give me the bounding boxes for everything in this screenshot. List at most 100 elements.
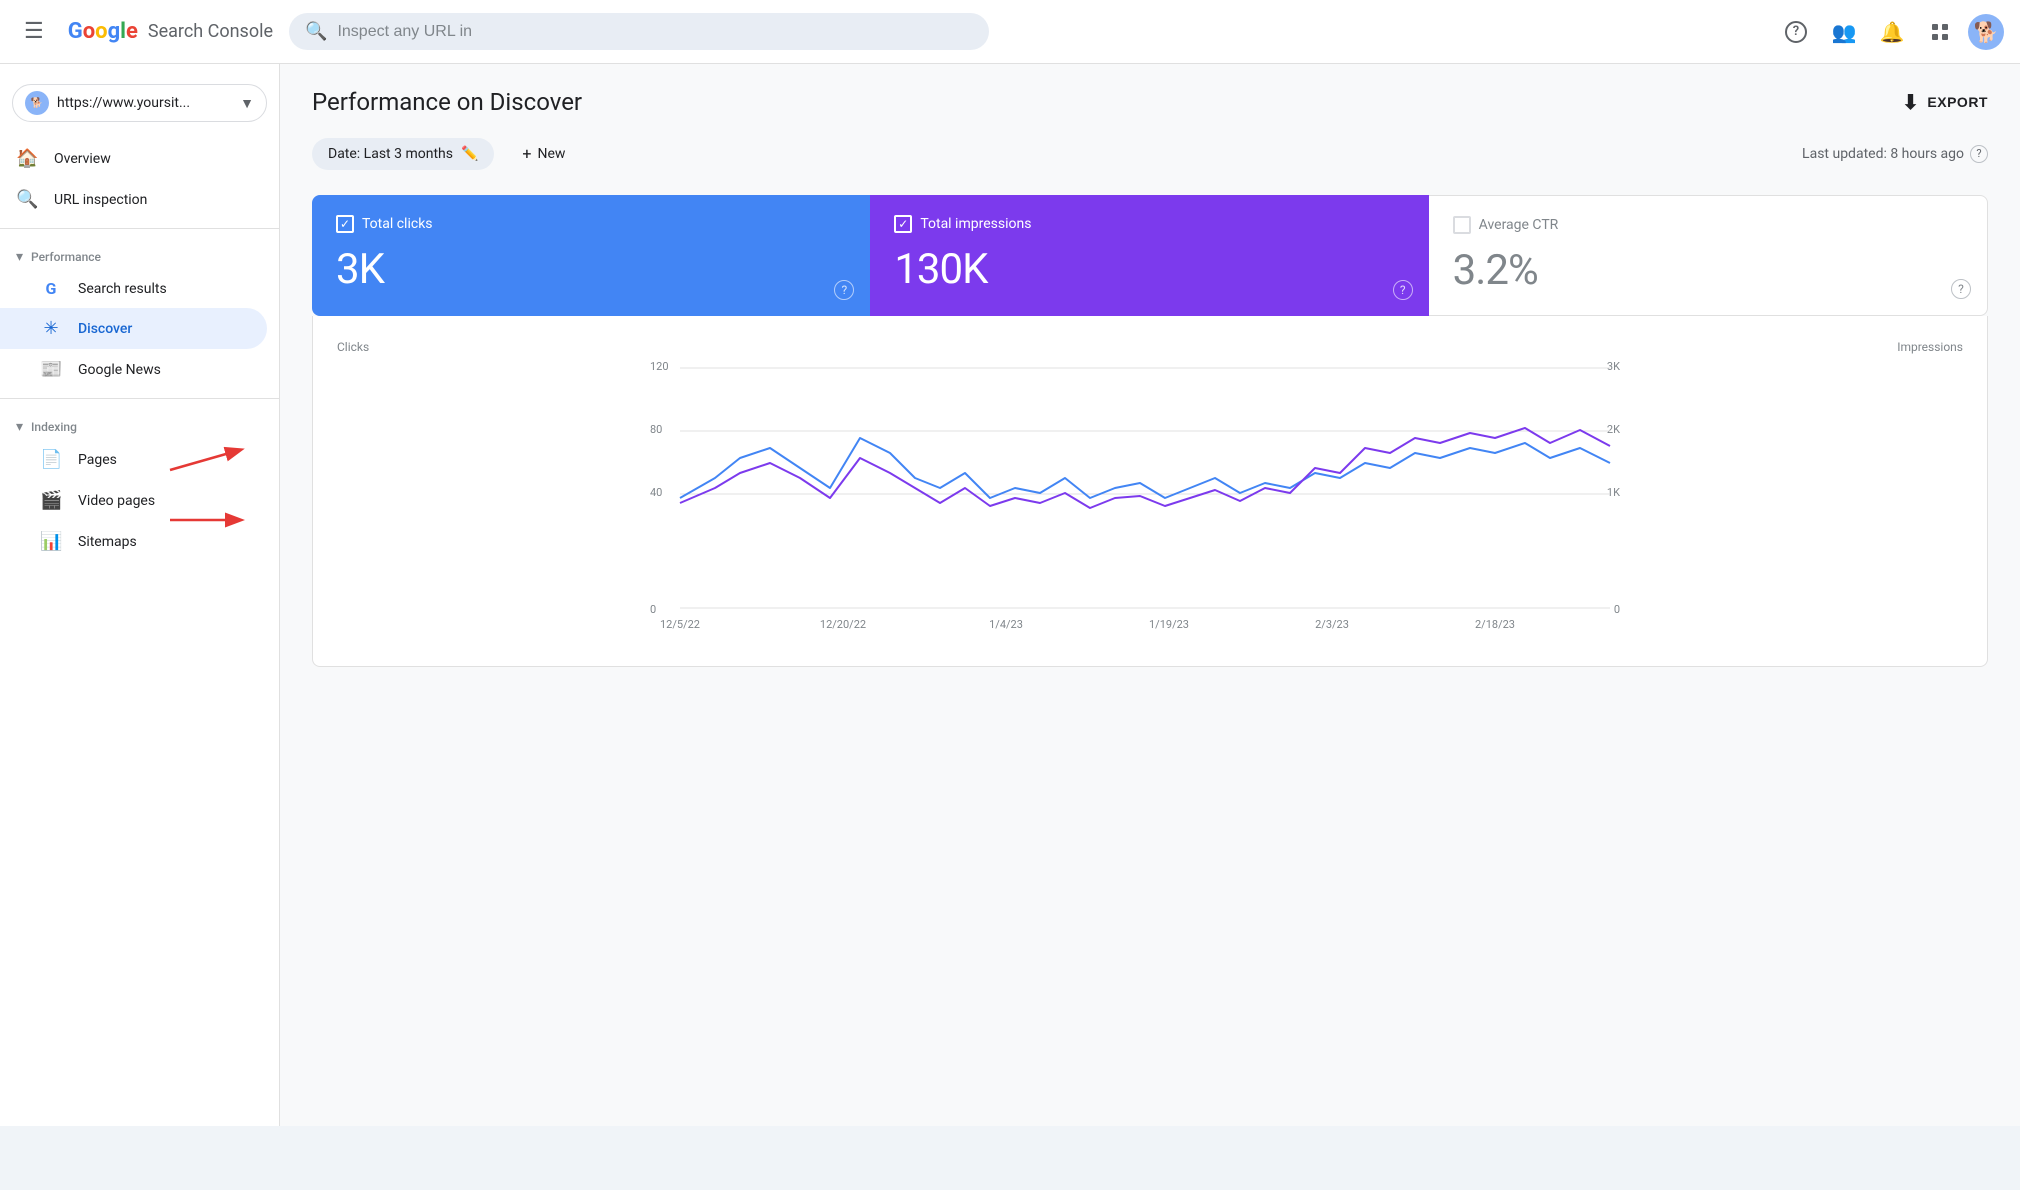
metric-cards: Total clicks 3K ? Total impressions 130K…	[312, 195, 1988, 316]
svg-text:12/5/22: 12/5/22	[660, 618, 700, 631]
discover-icon: ✳	[40, 318, 62, 339]
manage-accounts-icon: 👥	[1832, 20, 1857, 44]
plus-icon: +	[522, 144, 531, 163]
search-bar[interactable]: 🔍	[289, 13, 989, 50]
svg-text:120: 120	[650, 360, 669, 373]
sidebar-item-discover[interactable]: ✳ Discover	[0, 308, 267, 349]
indexing-section-label[interactable]: ▾ Indexing	[0, 407, 279, 439]
svg-text:1/19/23: 1/19/23	[1149, 618, 1189, 631]
metric-checkbox-impressions[interactable]	[894, 215, 912, 233]
sidebar-item-search-results[interactable]: G Search results	[0, 269, 267, 308]
metric-value-clicks: 3K	[336, 245, 846, 294]
new-filter-button[interactable]: + New	[510, 136, 577, 171]
sidebar-item-video-pages[interactable]: 🎬 Video pages	[0, 480, 267, 521]
svg-text:40: 40	[650, 486, 662, 499]
help-icon-btn[interactable]: ?	[1776, 12, 1816, 52]
notifications-icon-btn[interactable]: 🔔	[1872, 12, 1912, 52]
metric-label-text: Total impressions	[920, 216, 1031, 232]
user-avatar[interactable]: 🐕	[1968, 14, 2004, 50]
sidebar: 🐕 https://www.yoursit... ▼ 🏠 Overview 🔍 …	[0, 64, 280, 1126]
nav-divider	[0, 228, 279, 229]
metric-checkbox-ctr[interactable]	[1453, 216, 1471, 234]
google-g-icon: G	[40, 279, 62, 298]
sidebar-item-label: Search results	[78, 281, 167, 297]
filter-bar: Date: Last 3 months ✏️ + New Last update…	[312, 136, 1988, 171]
metric-card-average-ctr[interactable]: Average CTR 3.2% ?	[1429, 195, 1988, 316]
svg-text:0: 0	[650, 603, 656, 616]
svg-text:1K: 1K	[1607, 486, 1620, 499]
svg-text:2K: 2K	[1607, 423, 1620, 436]
app-body: 🐕 https://www.yoursit... ▼ 🏠 Overview 🔍 …	[0, 64, 2020, 1126]
chevron-icon: ▾	[16, 419, 23, 435]
pages-icon: 📄	[40, 449, 62, 470]
sidebar-item-pages[interactable]: 📄 Pages	[0, 439, 267, 480]
menu-icon[interactable]: ☰	[16, 11, 52, 52]
property-favicon: 🐕	[25, 91, 49, 115]
svg-text:1/4/23: 1/4/23	[989, 618, 1023, 631]
last-updated: Last updated: 8 hours ago ?	[1802, 145, 1988, 163]
export-download-icon: ⬇	[1902, 90, 1919, 115]
app-logo: Google Search Console	[68, 19, 273, 44]
performance-section-label[interactable]: ▾ Performance	[0, 237, 279, 269]
sidebar-item-sitemaps[interactable]: 📊 Sitemaps	[0, 521, 267, 562]
sidebar-item-label: Google News	[78, 362, 161, 378]
search-input[interactable]	[337, 23, 973, 41]
edit-icon: ✏️	[461, 146, 478, 162]
export-button[interactable]: ⬇ EXPORT	[1902, 90, 1988, 115]
metric-label-text: Average CTR	[1479, 217, 1559, 233]
metric-label-ctr: Average CTR	[1453, 216, 1963, 234]
sidebar-item-label: URL inspection	[54, 192, 147, 208]
metric-card-total-impressions[interactable]: Total impressions 130K ?	[870, 195, 1428, 316]
last-updated-help-icon: ?	[1970, 145, 1988, 163]
search-icon: 🔍	[305, 21, 327, 42]
chevron-down-icon: ▼	[240, 95, 254, 112]
property-selector[interactable]: 🐕 https://www.yoursit... ▼	[12, 84, 267, 122]
bell-icon: 🔔	[1880, 20, 1905, 44]
apps-icon-btn[interactable]	[1920, 12, 1960, 52]
sitemaps-icon: 📊	[40, 531, 62, 552]
svg-text:2/18/23: 2/18/23	[1475, 618, 1515, 631]
metric-checkbox-clicks[interactable]	[336, 215, 354, 233]
metric-help-icon-clicks[interactable]: ?	[834, 280, 854, 300]
svg-text:12/20/22: 12/20/22	[820, 618, 866, 631]
accounts-icon-btn[interactable]: 👥	[1824, 12, 1864, 52]
property-url: https://www.yoursit...	[57, 95, 232, 111]
sidebar-item-label: Video pages	[78, 493, 155, 509]
home-icon: 🏠	[16, 148, 38, 169]
svg-text:80: 80	[650, 423, 662, 436]
page-header: Performance on Discover ⬇ EXPORT	[312, 88, 1988, 116]
metric-label-impressions: Total impressions	[894, 215, 1404, 233]
sidebar-item-label: Overview	[54, 151, 111, 167]
news-icon: 📰	[40, 359, 62, 380]
svg-text:2/3/23: 2/3/23	[1315, 618, 1349, 631]
chart-wrapper: 120 80 40 0 3K 2K 1K 0	[337, 358, 1963, 642]
metric-help-icon-ctr[interactable]: ?	[1951, 279, 1971, 299]
sidebar-item-label: Pages	[78, 452, 117, 468]
metric-help-icon-impressions[interactable]: ?	[1393, 280, 1413, 300]
y-axis-right-label: Impressions	[1897, 340, 1963, 354]
section-label-text: Indexing	[31, 420, 77, 434]
metric-card-total-clicks[interactable]: Total clicks 3K ?	[312, 195, 870, 316]
video-pages-icon: 🎬	[40, 490, 62, 511]
sidebar-item-overview[interactable]: 🏠 Overview	[0, 138, 267, 179]
metric-value-ctr: 3.2%	[1453, 246, 1963, 295]
header-actions: ? 👥 🔔 🐕	[1776, 12, 2004, 52]
chevron-icon: ▾	[16, 249, 23, 265]
chart-container: Clicks Impressions 120 80 40 0 3K 2K 1K …	[312, 316, 1988, 667]
svg-text:0: 0	[1614, 603, 1620, 616]
date-filter-label: Date: Last 3 months	[328, 146, 453, 162]
chart-axes: Clicks Impressions	[337, 340, 1963, 354]
sidebar-item-url-inspection[interactable]: 🔍 URL inspection	[0, 179, 267, 220]
metric-label-text: Total clicks	[362, 216, 433, 232]
logo-product-name: Search Console	[148, 21, 273, 42]
sidebar-item-label: Discover	[78, 321, 132, 337]
date-filter-button[interactable]: Date: Last 3 months ✏️	[312, 138, 494, 170]
app-header: ☰ Google Search Console 🔍 ? 👥 🔔 🐕	[0, 0, 2020, 64]
grid-icon	[1930, 22, 1950, 42]
nav-divider-2	[0, 398, 279, 399]
y-axis-left-label: Clicks	[337, 340, 369, 354]
page-title: Performance on Discover	[312, 88, 582, 116]
main-content: Performance on Discover ⬇ EXPORT Date: L…	[280, 64, 2020, 1126]
section-label-text: Performance	[31, 250, 101, 264]
sidebar-item-google-news[interactable]: 📰 Google News	[0, 349, 267, 390]
